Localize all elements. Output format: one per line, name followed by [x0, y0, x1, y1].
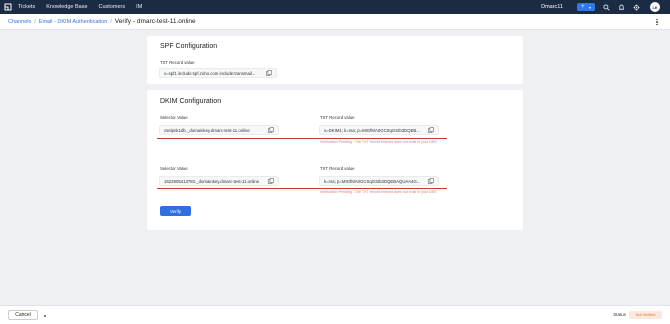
breadcrumb: Channels / Email - DKIM Authentication /… [0, 14, 670, 30]
dkim-txt-field: k=rsa; p=MIGfMA0GCSqGSIb3DQEBAQUAA4G... [319, 176, 439, 186]
dkim-selector-label: Selector Value [160, 115, 188, 120]
error-underline [157, 138, 447, 139]
dkim-txt-value: v=DKIM1; k=rsa; p=MIGfMA0GCSqGSIb3DQEB..… [324, 127, 420, 133]
add-new-button[interactable]: + ▾ [577, 3, 595, 11]
error-underline [157, 188, 447, 189]
dkim-configuration-card: DKIM Configuration Selector Value zselpn… [147, 90, 523, 230]
plus-icon: + [581, 4, 585, 10]
verify-button[interactable]: Verify [160, 206, 191, 216]
copy-icon[interactable] [266, 70, 272, 76]
more-vertical-icon[interactable] [653, 17, 661, 27]
breadcrumb-separator: / [34, 18, 36, 25]
top-navigation-bar: Tickets Knowledge Base Customers IM Dmar… [0, 0, 670, 14]
status-badge: Not Verified [629, 311, 662, 319]
spf-txt-value: v=spf1 include:spf.zoho.com include:tran… [164, 70, 256, 76]
more-dot-icon [44, 315, 46, 317]
nav-knowledge-base[interactable]: Knowledge Base [46, 0, 87, 14]
page-title: Verify - dmarc-test-11.online [114, 18, 196, 25]
dkim-selector-value: 1522905413783._domainkey.dmarc-test-11.o… [164, 178, 260, 184]
avatar[interactable]: LE [650, 2, 660, 12]
dkim-selector-field: zselpnk1db._domainkey.dmarc-test-11.onli… [159, 125, 279, 135]
dkim-txt-value: k=rsa; p=MIGfMA0GCSqGSIb3DQEBAQUAA4G... [324, 178, 421, 184]
dkim-txt-label: TXT Record value [320, 115, 355, 120]
footer-bar: Cancel Status Not Verified [0, 305, 670, 324]
chevron-down-icon: ▾ [588, 4, 591, 10]
spf-txt-label: TXT Record value [160, 60, 195, 65]
nav-tickets[interactable]: Tickets [18, 0, 35, 14]
status-label: Status [613, 312, 626, 317]
copy-icon[interactable] [428, 178, 434, 184]
breadcrumb-channels[interactable]: Channels [8, 19, 31, 25]
search-icon[interactable] [601, 2, 611, 12]
dkim-error-message: Verification Pending - The TXT record en… [320, 140, 437, 144]
dkim-selector-label: Selector Value [160, 166, 188, 171]
org-switcher[interactable]: Dmarc11 [541, 4, 563, 10]
spf-txt-field: v=spf1 include:spf.zoho.com include:tran… [159, 68, 277, 78]
breadcrumb-separator: / [110, 18, 112, 25]
dkim-error-message: Verification Pending - The TXT record en… [320, 190, 437, 194]
spf-title: SPF Configuration [160, 43, 218, 50]
nav-customers[interactable]: Customers [99, 0, 126, 14]
dkim-txt-label: TXT Record value [320, 166, 355, 171]
copy-icon[interactable] [428, 127, 434, 133]
spf-configuration-card: SPF Configuration TXT Record value v=spf… [147, 36, 523, 84]
breadcrumb-email-dkim[interactable]: Email - DKIM Authentication [39, 19, 107, 25]
gear-icon[interactable] [631, 2, 641, 12]
bell-icon[interactable] [616, 2, 626, 12]
dkim-selector-value: zselpnk1db._domainkey.dmarc-test-11.onli… [164, 127, 250, 133]
dkim-selector-field: 1522905413783._domainkey.dmarc-test-11.o… [159, 176, 279, 186]
app-logo-icon[interactable] [3, 3, 12, 12]
dkim-txt-field: v=DKIM1; k=rsa; p=MIGfMA0GCSqGSIb3DQEB..… [319, 125, 439, 135]
copy-icon[interactable] [268, 127, 274, 133]
dkim-title: DKIM Configuration [160, 98, 222, 105]
nav-im[interactable]: IM [136, 0, 142, 14]
cancel-button[interactable]: Cancel [8, 310, 38, 320]
copy-icon[interactable] [268, 178, 274, 184]
